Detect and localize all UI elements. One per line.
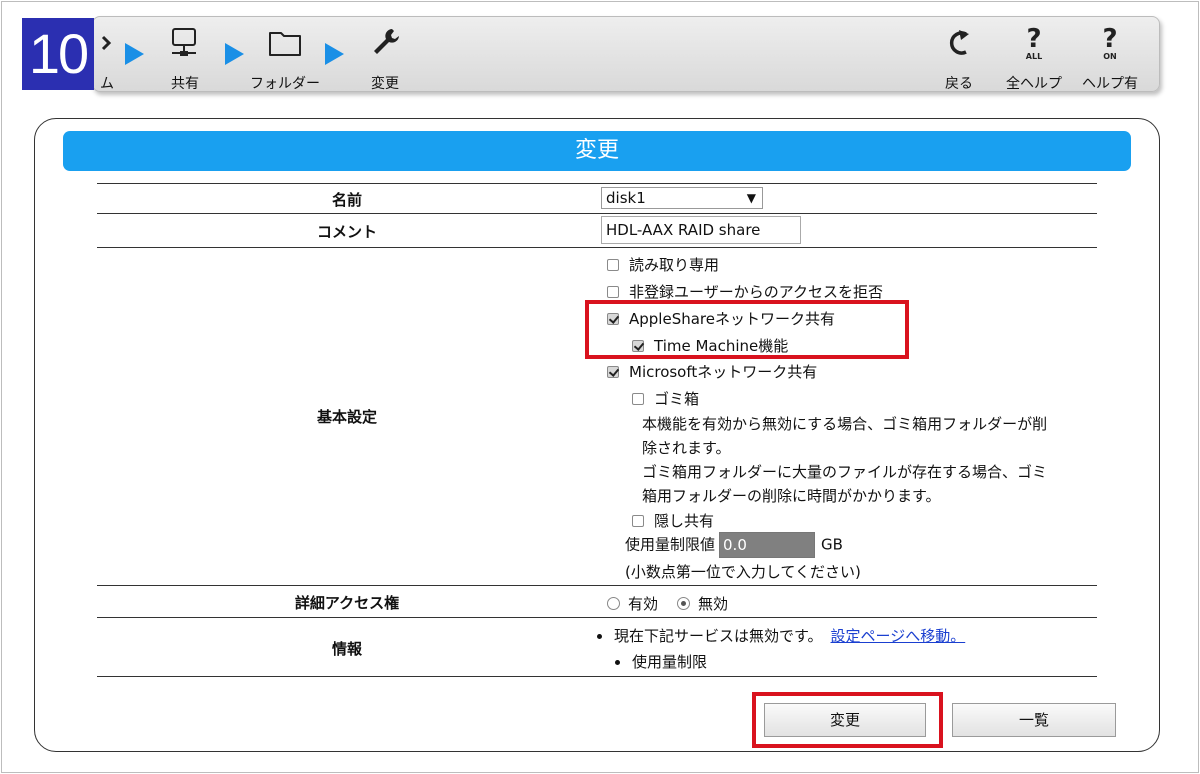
crumb-arrow-icon [225,43,244,65]
back-button[interactable]: 戻る [933,25,985,92]
microsoft-label: Microsoftネットワーク共有 [629,363,818,381]
read-only-option[interactable]: 読み取り専用 [607,254,719,275]
acl-enable-option[interactable]: 有効 [607,593,658,614]
hidden-share-label: 隠し共有 [654,512,715,530]
back-arrow-icon [949,30,969,55]
crumb-change[interactable]: 変更 [361,25,409,92]
help-on-icon: ? ON [1102,25,1117,61]
help-all-button[interactable]: ? ALL 全ヘルプ [999,25,1069,92]
microsoft-option[interactable]: Microsoftネットワーク共有 [607,361,817,382]
help-on-label: ヘルプ有 [1082,76,1138,92]
help-all-label: 全ヘルプ [1006,76,1062,92]
acl-enable-label: 有効 [628,595,659,613]
name-label: 名前 [331,191,362,209]
acl-disable-label: 無効 [698,595,729,613]
quota-hint: (小数点第一位で入力してください) [625,563,861,581]
bullet-icon [615,660,620,665]
svg-text:ALL: ALL [1026,52,1042,61]
info-item-text: 使用量制限 [632,653,708,671]
trash-note-line: 除されます。 [642,439,731,457]
name-select[interactable]: disk1 ▼ [601,187,763,209]
change-button-highlight [752,692,943,748]
svg-text:?: ? [1026,25,1041,54]
folder-icon [269,32,301,56]
help-all-icon: ? ALL [1026,25,1042,61]
quota-field-group: 使用量制限値 0.0 GB [625,532,843,558]
quota-input[interactable]: 0.0 [719,532,816,558]
basic-settings-label: 基本設定 [316,408,377,426]
crumb-label: 変更 [371,76,399,92]
read-only-label: 読み取り専用 [629,256,720,274]
microsoft-checkbox[interactable] [607,366,619,378]
info-label: 情報 [331,640,362,658]
quota-unit: GB [821,535,843,554]
deny-guest-checkbox[interactable] [607,286,619,298]
basic-settings-row: 基本設定 読み取り専用 非登録ユーザーからのアクセスを拒否 AppleShare… [97,247,1097,585]
crumb-folder[interactable]: フォルダー [243,25,327,92]
crumb-arrow-icon [325,43,344,65]
crumb-arrow-icon [125,43,144,65]
acl-row: 詳細アクセス権 有効 無効 [97,585,1097,617]
crumb-share[interactable]: 共有 [161,25,209,92]
appleshare-highlight [585,300,909,359]
list-button[interactable]: 一覧 [952,703,1116,737]
trash-checkbox[interactable] [632,393,644,405]
info-message: 現在下記サービスは無効です。 設定ページへ移動。 [597,625,965,646]
step-badge: 10 [22,18,94,90]
acl-disable-option[interactable]: 無効 [677,593,728,614]
hidden-share-checkbox[interactable] [632,515,644,527]
trash-note-line: 箱用フォルダーの削除に時間がかかります。 [642,487,941,505]
acl-label: 詳細アクセス権 [294,594,400,612]
help-on-button[interactable]: ? ON ヘルプ有 [1075,25,1145,92]
info-row: 情報 現在下記サービスは無効です。 設定ページへ移動。 使用量制限 [97,617,1097,677]
acl-disable-radio[interactable] [677,597,690,610]
wrench-icon [374,29,399,54]
settings-page-link[interactable]: 設定ページへ移動。 [831,627,966,645]
system-icon [101,35,112,51]
back-label: 戻る [945,76,973,92]
acl-enable-radio[interactable] [607,597,620,610]
comment-input[interactable]: HDL-AAX RAID share [601,216,801,244]
name-row: 名前 disk1 ▼ [97,183,1097,213]
trash-note-line: ゴミ箱用フォルダーに大量のファイルが存在する場合、ゴミ [642,463,1048,481]
deny-guest-option[interactable]: 非登録ユーザーからのアクセスを拒否 [607,281,883,302]
deny-guest-label: 非登録ユーザーからのアクセスを拒否 [629,283,883,301]
share-icon [172,28,196,56]
name-select-value: disk1 [606,189,646,207]
edit-panel: 変更 名前 disk1 ▼ コメント HDL-AAX RAID share 基本… [34,118,1160,752]
trash-option[interactable]: ゴミ箱 [632,388,699,409]
chevron-down-icon: ▼ [746,191,756,205]
info-item: 使用量制限 [615,651,707,672]
trash-note-line: 本機能を有効から無効にする場合、ゴミ箱用フォルダーが削 [642,415,1048,433]
read-only-checkbox[interactable] [607,259,619,271]
crumb-label: 共有 [171,76,199,92]
toolbar: ム 共有 フォルダー 変更 戻る ? ALL 全ヘルプ ? ON ヘルプ有 [92,16,1160,92]
trash-label: ゴミ箱 [654,390,700,408]
comment-label: コメント [316,223,377,241]
crumb-label: フォルダー [250,76,320,92]
trash-note: 本機能を有効から無効にする場合、ゴミ箱用フォルダーが削 除されます。 ゴミ箱用フ… [642,412,1047,508]
bullet-icon [597,634,602,639]
svg-text:?: ? [1102,25,1117,54]
info-text: 現在下記サービスは無効です。 [614,627,823,645]
hidden-share-option[interactable]: 隠し共有 [632,510,714,531]
panel-title: 変更 [63,131,1131,171]
quota-label: 使用量制限値 [625,535,716,554]
svg-text:ON: ON [1103,52,1117,61]
comment-row: コメント HDL-AAX RAID share [97,213,1097,247]
